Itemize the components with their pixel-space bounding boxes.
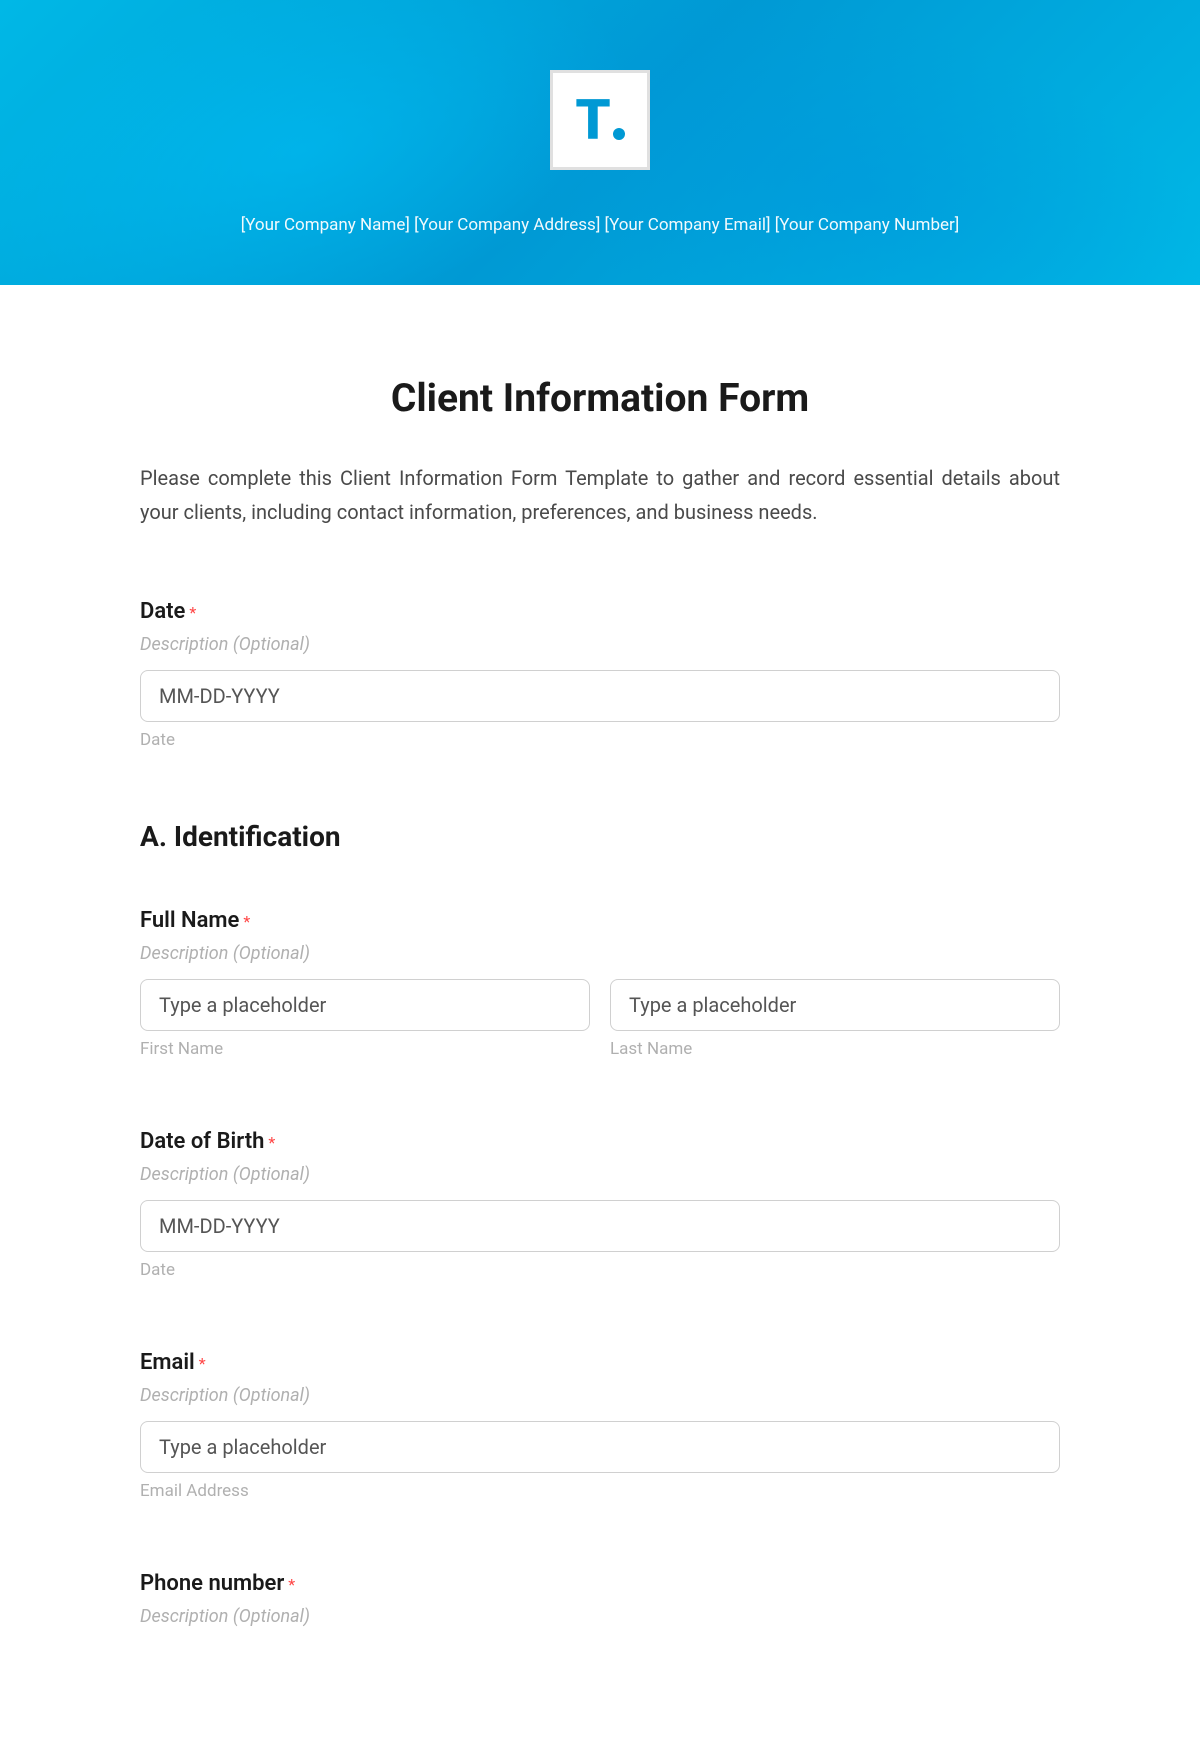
fullname-field-group: Full Name* Description (Optional) First … [140, 908, 1060, 1059]
dob-description: Description (Optional) [140, 1164, 1060, 1185]
phone-label: Phone number [140, 1571, 284, 1596]
logo-letter: T [575, 92, 610, 148]
required-indicator: * [243, 912, 250, 931]
fullname-description: Description (Optional) [140, 943, 1060, 964]
email-description: Description (Optional) [140, 1385, 1060, 1406]
required-indicator: * [268, 1133, 275, 1152]
company-info-line: [Your Company Name] [Your Company Addres… [241, 215, 960, 235]
date-label: Date [140, 599, 185, 624]
first-name-input[interactable] [140, 979, 590, 1031]
dob-sublabel: Date [140, 1260, 1060, 1280]
date-description: Description (Optional) [140, 634, 1060, 655]
company-logo: T [550, 70, 650, 170]
form-content: Client Information Form Please complete … [140, 285, 1060, 1737]
dob-field-group: Date of Birth* Description (Optional) Da… [140, 1129, 1060, 1280]
form-title: Client Information Form [140, 375, 1060, 421]
first-name-sublabel: First Name [140, 1039, 590, 1059]
dob-input[interactable] [140, 1200, 1060, 1252]
last-name-input[interactable] [610, 979, 1060, 1031]
email-input[interactable] [140, 1421, 1060, 1473]
email-label: Email [140, 1350, 195, 1375]
email-field-group: Email* Description (Optional) Email Addr… [140, 1350, 1060, 1501]
email-sublabel: Email Address [140, 1481, 1060, 1501]
date-field-group: Date* Description (Optional) Date [140, 599, 1060, 750]
phone-description: Description (Optional) [140, 1606, 1060, 1627]
required-indicator: * [288, 1575, 295, 1594]
logo-dot-icon [613, 128, 625, 140]
required-indicator: * [189, 603, 196, 622]
required-indicator: * [199, 1354, 206, 1373]
date-sublabel: Date [140, 730, 1060, 750]
last-name-sublabel: Last Name [610, 1039, 1060, 1059]
form-header: T [Your Company Name] [Your Company Addr… [0, 0, 1200, 285]
dob-label: Date of Birth [140, 1129, 264, 1154]
fullname-label: Full Name [140, 908, 239, 933]
section-a-title: A. Identification [140, 820, 1060, 853]
form-description: Please complete this Client Information … [140, 461, 1060, 529]
phone-field-group: Phone number* Description (Optional) [140, 1571, 1060, 1627]
date-input[interactable] [140, 670, 1060, 722]
